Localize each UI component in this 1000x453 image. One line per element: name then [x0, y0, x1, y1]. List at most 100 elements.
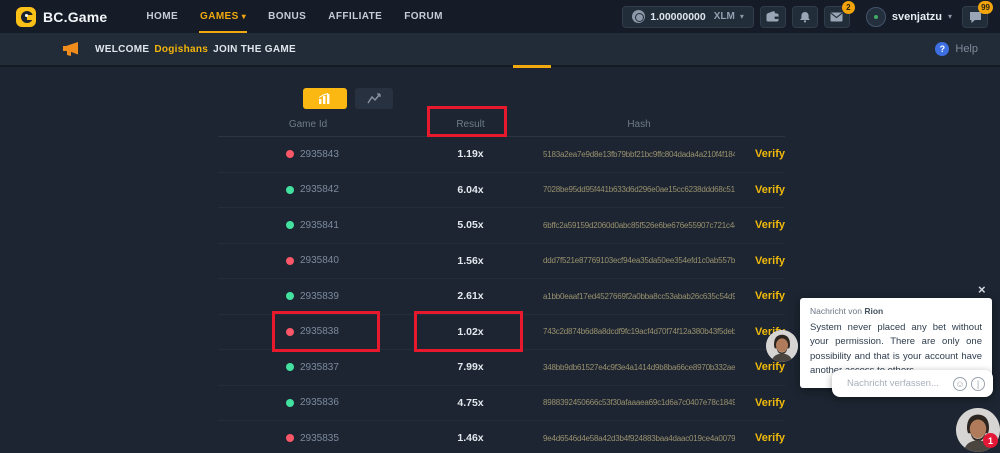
- table-header: Game Id Result Hash: [218, 112, 785, 137]
- help-button[interactable]: ? Help: [935, 42, 978, 56]
- trend-view-button[interactable]: [355, 88, 393, 109]
- game-id: 2935837: [300, 362, 339, 373]
- status-dot: [286, 399, 294, 407]
- status-dot: [286, 434, 294, 442]
- verify-link[interactable]: Verify: [735, 397, 785, 409]
- wallet-icon: [766, 11, 779, 22]
- megaphone-icon: [62, 42, 79, 56]
- game-id: 2935843: [300, 149, 339, 160]
- status-dot: [286, 186, 294, 194]
- column-header-hash: Hash: [543, 119, 735, 130]
- game-id: 2935840: [300, 255, 339, 266]
- help-icon: ?: [935, 42, 949, 56]
- welcome-text: WELCOME Dogishans JOIN THE GAME: [95, 44, 296, 55]
- result-value: 7.99x: [398, 361, 543, 373]
- chat-sender-name: Rion: [864, 306, 883, 316]
- navbar-right: 1.00000000 XLM ▾ 2 svenjatzu ▾ 99: [622, 6, 988, 28]
- table-row: 2935843 1.19x 5183a2ea7e9d8e13fb79bbf21b…: [218, 137, 785, 173]
- verify-link[interactable]: Verify: [735, 290, 785, 302]
- chat-message-from: Nachricht von Rion: [810, 306, 982, 316]
- result-value: 4.75x: [398, 397, 543, 409]
- table-row: 2935840 1.56x ddd7f521e87769103ecf94ea35…: [218, 244, 785, 280]
- hash-value: 5183a2ea7e9d8e13fb79bbf21bc9ffc804dada4a…: [543, 150, 735, 159]
- bar-view-button[interactable]: [303, 88, 347, 109]
- hash-value: 7028be95dd95f441b633d6d296e0ae15cc6238dd…: [543, 185, 735, 194]
- result-value: 1.46x: [398, 432, 543, 444]
- notifications-button[interactable]: [792, 6, 818, 28]
- verify-link[interactable]: Verify: [735, 219, 785, 231]
- status-dot: [286, 221, 294, 229]
- crash-history-table: Game Id Result Hash 2935843 1.19x 5183a2…: [218, 112, 785, 453]
- game-id: 2935835: [300, 433, 339, 444]
- mail-icon: [830, 12, 843, 22]
- mail-badge: 2: [842, 1, 855, 14]
- balance-currency: XLM: [714, 11, 735, 22]
- result-value: 6.04x: [398, 184, 543, 196]
- hash-value: 8988392450666c53f30afaaaea69c1d6a7c0407e…: [543, 398, 735, 407]
- chat-input-bar: ☺ |: [832, 370, 993, 397]
- chevron-down-icon: ▾: [242, 12, 246, 21]
- messages-button[interactable]: 2: [824, 6, 850, 28]
- user-menu[interactable]: svenjatzu ▾: [866, 7, 952, 27]
- nav-item-home[interactable]: HOME: [135, 0, 189, 33]
- verify-link[interactable]: Verify: [735, 148, 785, 160]
- hash-value: a1bb0eaaf17ed4527669f2a0bba8cc53abab26c6…: [543, 292, 735, 301]
- hash-value: 6bffc2a59159d2060d0abc85f526e6be676e5590…: [543, 221, 735, 230]
- nav-item-games[interactable]: GAMES▾: [189, 0, 257, 33]
- chat-message-input[interactable]: [847, 378, 949, 389]
- bc-game-logo-icon: [16, 7, 36, 27]
- active-tab-indicator: [513, 65, 551, 68]
- nav-item-affiliate[interactable]: AFFILIATE: [317, 0, 393, 33]
- verify-link[interactable]: Verify: [735, 361, 785, 373]
- emoji-icon[interactable]: ☺: [953, 377, 967, 391]
- top-navbar: BC.Game HOME GAMES▾ BONUS AFFILIATE FORU…: [0, 0, 1000, 33]
- welcome-banner: WELCOME Dogishans JOIN THE GAME ? Help: [0, 33, 1000, 67]
- chevron-down-icon: ▾: [740, 12, 744, 21]
- result-value: 5.05x: [398, 219, 543, 231]
- logo-text: BC.Game: [43, 9, 107, 25]
- chat-unread-badge: 1: [983, 433, 998, 448]
- result-value: 1.19x: [398, 148, 543, 160]
- chat-sender-avatar: [766, 330, 798, 362]
- table-row: 2935836 4.75x 8988392450666c53f30afaaaea…: [218, 386, 785, 422]
- hash-value: 743c2d874b6d8a8dcdf9fc19acf4d70f74f12a38…: [543, 327, 735, 336]
- wallet-button[interactable]: [760, 6, 786, 28]
- column-header-result: Result: [398, 119, 543, 130]
- hash-value: 348bb9db61527e4c9f3e4a1414d9b8ba66ce8970…: [543, 363, 735, 372]
- coin-icon: [632, 10, 645, 23]
- site-chat-button[interactable]: 99: [962, 6, 988, 28]
- table-row-highlighted: 2935838 1.02x 743c2d874b6d8a8dcdf9fc19ac…: [218, 315, 785, 351]
- nav-item-forum[interactable]: FORUM: [393, 0, 454, 33]
- chevron-down-icon: ▾: [948, 12, 952, 21]
- game-id: 2935839: [300, 291, 339, 302]
- verify-link[interactable]: Verify: [735, 432, 785, 444]
- bc-game-logo[interactable]: BC.Game: [16, 7, 107, 27]
- table-row: 2935842 6.04x 7028be95dd95f441b633d6d296…: [218, 173, 785, 209]
- table-row: 2935835 1.46x 9e4d6546d4e58a42d3b4f92488…: [218, 421, 785, 453]
- status-dot: [286, 328, 294, 336]
- result-value: 2.61x: [398, 290, 543, 302]
- attachment-icon[interactable]: |: [971, 377, 985, 391]
- game-id: 2935838: [300, 326, 339, 337]
- help-label: Help: [955, 43, 978, 55]
- welcome-prefix: WELCOME: [95, 44, 149, 55]
- table-row: 2935839 2.61x a1bb0eaaf17ed4527669f2a0bb…: [218, 279, 785, 315]
- chat-badge: 99: [978, 1, 993, 14]
- user-avatar: [866, 7, 886, 27]
- balance-amount: 1.00000000: [650, 11, 705, 23]
- username: svenjatzu: [892, 11, 942, 23]
- verify-link[interactable]: Verify: [735, 255, 785, 267]
- verify-link[interactable]: Verify: [735, 184, 785, 196]
- main-menu: HOME GAMES▾ BONUS AFFILIATE FORUM: [135, 0, 453, 33]
- welcome-username: Dogishans: [154, 44, 208, 55]
- result-value: 1.56x: [398, 255, 543, 267]
- balance-selector[interactable]: 1.00000000 XLM ▾: [622, 6, 754, 28]
- chat-close-icon[interactable]: ×: [978, 282, 986, 297]
- history-view-toggle: [303, 88, 393, 109]
- status-dot: [286, 363, 294, 371]
- hash-value: 9e4d6546d4e58a42d3b4f924883baa4daac019ce…: [543, 434, 735, 443]
- game-id: 2935841: [300, 220, 339, 231]
- table-row: 2935841 5.05x 6bffc2a59159d2060d0abc85f5…: [218, 208, 785, 244]
- nav-item-bonus[interactable]: BONUS: [257, 0, 317, 33]
- welcome-suffix: JOIN THE GAME: [213, 44, 296, 55]
